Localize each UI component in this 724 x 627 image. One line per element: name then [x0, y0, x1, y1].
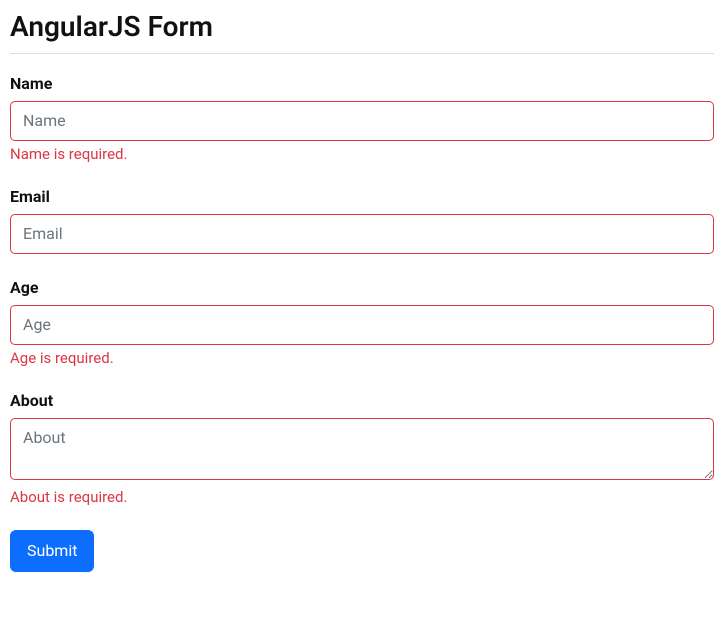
page-title: AngularJS Form — [10, 10, 714, 43]
age-error: Age is required. — [10, 349, 714, 367]
form-group-age: Age Age is required. — [10, 278, 714, 367]
form-group-email: Email — [10, 187, 714, 254]
about-input[interactable] — [10, 418, 714, 480]
about-error: About is required. — [10, 488, 714, 506]
name-error: Name is required. — [10, 145, 714, 163]
form: Name Name is required. Email Age Age is … — [10, 74, 714, 572]
name-label: Name — [10, 74, 714, 93]
email-input[interactable] — [10, 214, 714, 254]
submit-button[interactable]: Submit — [10, 530, 94, 572]
divider — [10, 53, 714, 54]
age-label: Age — [10, 278, 714, 297]
about-label: About — [10, 391, 714, 410]
name-input[interactable] — [10, 101, 714, 141]
form-group-name: Name Name is required. — [10, 74, 714, 163]
age-input[interactable] — [10, 305, 714, 345]
form-group-about: About About is required. — [10, 391, 714, 506]
email-label: Email — [10, 187, 714, 206]
